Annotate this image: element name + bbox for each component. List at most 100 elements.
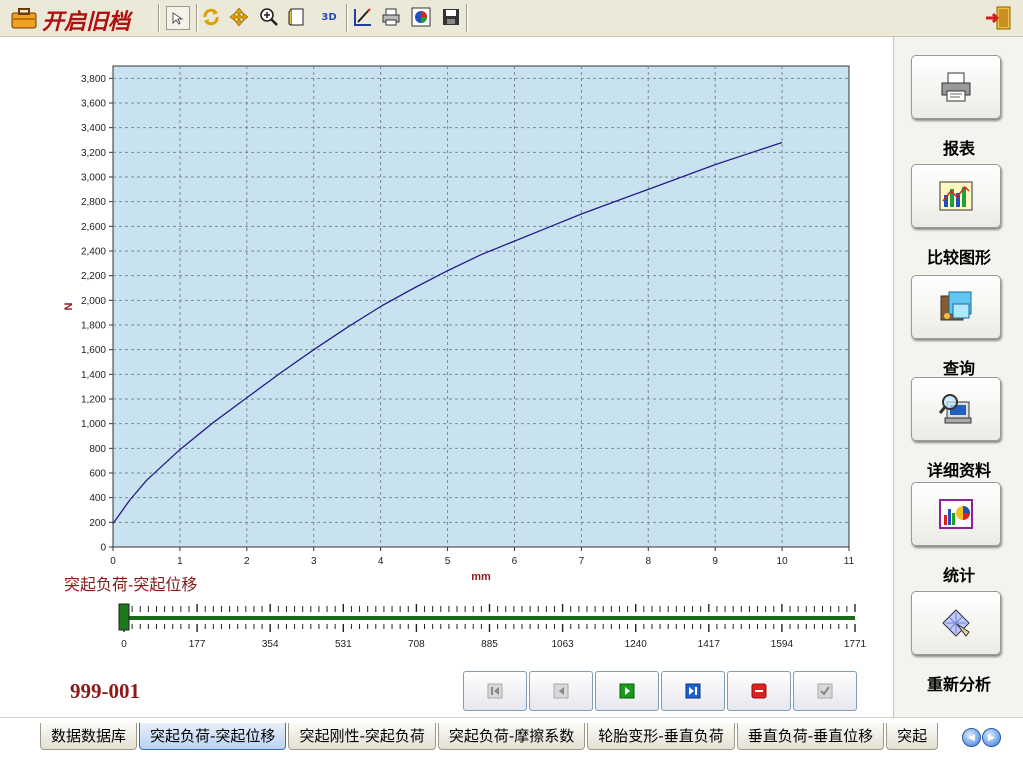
next-record-button[interactable] (595, 671, 659, 711)
slider-thumb[interactable] (118, 603, 130, 631)
tab-tire-deformation-vertical-load[interactable]: 轮胎变形-垂直负荷 (587, 723, 735, 750)
tab-vertical-load-displacement[interactable]: 垂直负荷-垂直位移 (736, 723, 885, 750)
edit-axis-icon[interactable] (352, 6, 374, 28)
first-record-button[interactable] (463, 671, 527, 711)
x-tick-label: 2 (244, 556, 250, 567)
tab-bump-stiffness-load[interactable]: 突起刚性-突起负荷 (288, 723, 436, 750)
y-tick-label: 600 (89, 469, 106, 480)
y-axis-label: N (63, 302, 75, 310)
x-tick-label: 10 (777, 556, 789, 567)
query-icon (940, 291, 972, 321)
save-icon[interactable] (440, 6, 462, 28)
query-button[interactable] (911, 275, 1001, 339)
x-tick-label: 4 (378, 556, 384, 567)
y-tick-label: 3,000 (81, 173, 106, 184)
side-item-query: 查询 (894, 275, 1023, 385)
slider-label: 708 (408, 639, 425, 650)
y-tick-label: 1,000 (81, 419, 106, 430)
y-tick-label: 3,800 (81, 74, 106, 85)
y-tick-label: 2,200 (81, 271, 106, 282)
tab-bump-more[interactable]: 突起 (886, 723, 939, 750)
pointer-tool-icon[interactable] (166, 6, 190, 30)
tab-bump-load-friction[interactable]: 突起负荷-摩擦系数 (437, 723, 586, 750)
y-tick-label: 1,400 (81, 370, 106, 381)
y-tick-label: 1,200 (81, 395, 106, 406)
y-tick-label: 2,600 (81, 222, 106, 233)
slider-label: 1594 (771, 639, 794, 650)
zoom-in-icon[interactable] (258, 6, 280, 28)
next-record-icon (619, 683, 635, 699)
x-axis-label: mm (471, 571, 491, 583)
toolbar-separator (158, 4, 160, 32)
print-icon[interactable] (380, 6, 402, 28)
y-tick-label: 2,000 (81, 296, 106, 307)
compare-chart-button[interactable] (911, 164, 1001, 228)
report-button[interactable] (911, 55, 1001, 119)
slider-label: 354 (262, 639, 279, 650)
details-label: 详细资料 (926, 461, 991, 480)
previous-record-button[interactable] (529, 671, 593, 711)
last-record-button[interactable] (661, 671, 725, 711)
side-item-compare: 比较图形 (894, 164, 1023, 274)
move-icon[interactable] (228, 6, 250, 28)
x-tick-label: 0 (110, 556, 116, 567)
y-tick-label: 400 (89, 493, 106, 504)
report-label: 报表 (942, 139, 975, 158)
details-button[interactable] (911, 377, 1001, 441)
previous-record-icon (553, 683, 569, 699)
toolbar-separator (196, 4, 198, 32)
chart: 0 1 2 3 4 5 6 7 8 9 10 11 0 200 400 600 800 1,000 1,200 1,4… (63, 65, 855, 583)
right-panel: 报表 比较图形 查询 详细资料 统计 重新分析 (893, 37, 1023, 717)
refresh-icon[interactable] (200, 6, 222, 28)
reanalyze-button[interactable] (911, 591, 1001, 655)
statistics-label: 统计 (942, 566, 975, 585)
x-tick-label: 3 (311, 556, 317, 567)
tab-database[interactable]: 数据数据库 (40, 723, 138, 750)
plot-area (112, 65, 850, 548)
reanalyze-label: 重新分析 (926, 675, 991, 694)
statistics-button[interactable] (911, 482, 1001, 546)
toolbar-separator (346, 4, 348, 32)
slider-label: 885 (481, 639, 498, 650)
printer-icon (941, 72, 971, 102)
y-tick-label: 200 (89, 518, 106, 529)
slider-label: 0 (121, 639, 127, 650)
x-tick-label: 11 (844, 556, 855, 567)
x-tick-label: 5 (445, 556, 451, 567)
x-tick-label: 8 (645, 556, 651, 567)
x-tick-label: 9 (712, 556, 718, 567)
y-tick-label: 1,800 (81, 321, 106, 332)
query-label: 查询 (942, 359, 975, 378)
confirm-button[interactable] (793, 671, 857, 711)
slider-label: 1240 (625, 639, 648, 650)
view-3d-button[interactable]: 3D (318, 6, 340, 28)
toolbar: 开启旧档 3D (0, 0, 1023, 37)
position-slider[interactable]: 0 177 354 531 708 885 1063 1240 1417 1594 1771 (110, 600, 870, 656)
tab-scroll-controls: ◀ ▶ (962, 728, 1001, 747)
slider-label: 531 (335, 639, 352, 650)
exit-icon[interactable] (984, 4, 1014, 32)
x-tick-label: 6 (512, 556, 518, 567)
tab-bump-load-displacement[interactable]: 突起负荷-突起位移 (139, 723, 287, 750)
y-tick-label: 1,600 (81, 345, 106, 356)
app-title: 开启旧档 (42, 9, 131, 35)
briefcase-icon[interactable] (10, 5, 38, 31)
scroll-right-icon[interactable]: ▶ (982, 728, 1001, 747)
y-tick-label: 800 (89, 444, 106, 455)
delete-record-button[interactable] (727, 671, 791, 711)
slider-label: 1771 (844, 639, 867, 650)
compare-chart-icon (939, 181, 973, 211)
y-tick-label: 3,200 (81, 148, 106, 159)
compare-chart-label: 比较图形 (926, 248, 991, 267)
delete-icon (751, 683, 767, 699)
side-item-report: 报表 (894, 55, 1023, 165)
x-tick-label: 1 (177, 556, 183, 567)
checkmark-icon (817, 683, 833, 699)
page-icon[interactable] (286, 6, 308, 28)
transport-controls (463, 671, 857, 711)
side-item-details: 详细资料 (894, 377, 1023, 487)
y-tick-label: 0 (100, 543, 106, 554)
scroll-left-icon[interactable]: ◀ (962, 728, 981, 747)
statistics-icon (939, 499, 973, 529)
color-chart-icon[interactable] (410, 6, 432, 28)
